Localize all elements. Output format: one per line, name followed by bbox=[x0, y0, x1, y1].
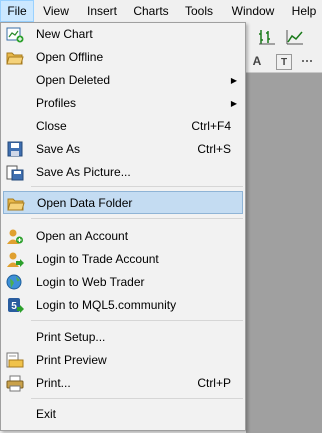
menu-item-label: New Chart bbox=[36, 27, 93, 41]
menu-item-open-deleted[interactable]: Open Deleted ▶ bbox=[3, 69, 243, 92]
globe-icon bbox=[6, 274, 24, 291]
menu-separator bbox=[31, 218, 243, 219]
menu-item-close[interactable]: Close Ctrl+F4 bbox=[3, 115, 243, 138]
menu-item-label: Profiles bbox=[36, 96, 77, 110]
line-chart-icon[interactable] bbox=[284, 26, 306, 48]
text-label-icon[interactable]: T bbox=[276, 54, 292, 70]
menu-item-label: Print Preview bbox=[36, 353, 107, 367]
open-folder-icon bbox=[6, 49, 24, 66]
menu-item-label: Save As bbox=[36, 142, 81, 156]
print-preview-icon bbox=[6, 352, 24, 369]
menu-item-profiles[interactable]: Profiles ▶ bbox=[3, 92, 243, 115]
submenu-arrow-icon: ▶ bbox=[230, 99, 237, 108]
menu-item-label: Open Offline bbox=[36, 50, 104, 64]
menu-window[interactable]: Window bbox=[224, 0, 282, 22]
submenu-arrow-icon: ▶ bbox=[230, 76, 237, 85]
menu-item-label: Print... bbox=[36, 376, 71, 390]
menu-item-print-preview[interactable]: Print Preview bbox=[3, 349, 243, 372]
menu-item-label: Exit bbox=[36, 407, 57, 421]
menu-item-label: Open Deleted bbox=[36, 73, 111, 87]
menu-help[interactable]: Help bbox=[286, 0, 322, 22]
menu-item-label: Close bbox=[36, 119, 67, 133]
printer-icon bbox=[6, 375, 24, 392]
menu-item-label: Login to Web Trader bbox=[36, 275, 145, 289]
dots-icon[interactable] bbox=[296, 50, 318, 72]
menu-item-print-setup[interactable]: Print Setup... bbox=[3, 326, 243, 349]
menu-item-label: Open Data Folder bbox=[37, 196, 133, 210]
toolbar: A T bbox=[246, 22, 322, 73]
menu-separator bbox=[31, 320, 243, 321]
menu-tools[interactable]: Tools bbox=[178, 0, 220, 22]
menu-item-login-trade-account[interactable]: Login to Trade Account bbox=[3, 248, 243, 271]
menu-item-new-chart[interactable]: New Chart bbox=[3, 23, 243, 46]
save-disk-icon bbox=[6, 141, 24, 158]
menu-item-open-account[interactable]: Open an Account bbox=[3, 225, 243, 248]
menu-bar: File View Insert Charts Tools Window Hel… bbox=[0, 0, 322, 23]
menu-item-shortcut: Ctrl+S bbox=[197, 142, 231, 156]
menu-item-open-data-folder[interactable]: Open Data Folder bbox=[3, 191, 243, 214]
menu-item-label: Print Setup... bbox=[36, 330, 106, 344]
menu-item-save-as[interactable]: Save As Ctrl+S bbox=[3, 138, 243, 161]
new-chart-icon bbox=[6, 26, 24, 43]
menu-item-print[interactable]: Print... Ctrl+P bbox=[3, 372, 243, 395]
menu-item-label: Login to Trade Account bbox=[36, 252, 159, 266]
mql5-icon: 5 bbox=[6, 297, 24, 314]
menu-item-open-offline[interactable]: Open Offline bbox=[3, 46, 243, 69]
text-tool-icon[interactable]: A bbox=[246, 50, 268, 72]
menu-item-login-mql5[interactable]: 5 Login to MQL5.community bbox=[3, 294, 243, 317]
login-account-icon bbox=[6, 251, 24, 268]
menu-item-shortcut: Ctrl+P bbox=[197, 376, 231, 390]
menu-item-login-web-trader[interactable]: Login to Web Trader bbox=[3, 271, 243, 294]
menu-item-exit[interactable]: Exit bbox=[3, 403, 243, 426]
save-picture-icon bbox=[6, 164, 24, 181]
menu-view[interactable]: View bbox=[36, 0, 76, 22]
menu-item-save-as-picture[interactable]: Save As Picture... bbox=[3, 161, 243, 184]
menu-separator bbox=[31, 398, 243, 399]
menu-insert[interactable]: Insert bbox=[80, 0, 124, 22]
menu-charts[interactable]: Charts bbox=[128, 0, 174, 22]
menu-file[interactable]: File bbox=[0, 0, 34, 22]
menu-item-label: Open an Account bbox=[36, 229, 129, 243]
open-folder-icon bbox=[7, 195, 25, 212]
add-account-icon bbox=[6, 228, 24, 245]
menu-item-shortcut: Ctrl+F4 bbox=[191, 119, 231, 133]
chart-workspace bbox=[246, 73, 322, 433]
menu-item-label: Save As Picture... bbox=[36, 165, 131, 179]
menu-item-label: Login to MQL5.community bbox=[36, 298, 177, 312]
file-menu: New Chart Open Offline Open Deleted ▶ Pr… bbox=[0, 22, 246, 431]
bar-chart-icon[interactable] bbox=[256, 26, 278, 48]
menu-separator bbox=[31, 186, 243, 187]
svg-text:5: 5 bbox=[11, 301, 17, 312]
